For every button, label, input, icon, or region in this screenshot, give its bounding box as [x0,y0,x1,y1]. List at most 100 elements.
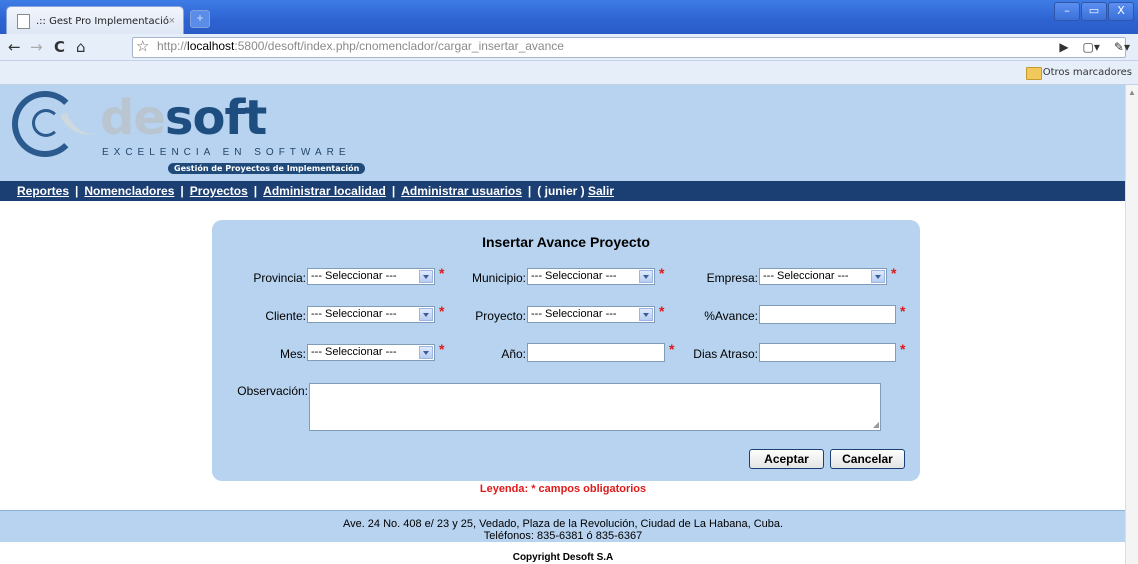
label-cliente: Cliente: [265,309,306,323]
toolbar-actions: ▶ ▢▾ ✎▾ [1059,40,1130,54]
nav-nomencladores[interactable]: Nomencladores [84,184,174,198]
chevron-down-icon [639,308,653,321]
cliente-select[interactable]: --- Seleccionar --- [307,306,435,323]
nav-administrar-localidad[interactable]: Administrar localidad [263,184,386,198]
url-path: :5800/desoft/index.php/cnomenclador/carg… [234,39,564,53]
municipio-select[interactable]: --- Seleccionar --- [527,268,655,285]
legend-text: * campos obligatorios [531,483,647,495]
nav-separator: | [180,184,184,198]
play-icon[interactable]: ▶ [1059,40,1068,54]
close-window-button[interactable]: X [1108,2,1134,21]
tab-close-icon[interactable]: × [169,15,175,27]
provincia-select-value: --- Seleccionar --- [311,270,397,282]
label-mes: Mes: [279,347,306,361]
cliente-select-value: --- Seleccionar --- [311,308,397,320]
label-empresa: Empresa: [706,271,758,285]
browser-tab[interactable]: .:: Gest Pro Implementació... × [6,6,184,35]
nav-salir[interactable]: Salir [588,184,614,198]
wrench-menu-icon[interactable]: ✎▾ [1114,40,1130,54]
logo-inner-circle-icon [32,109,60,137]
cancel-button[interactable]: Cancelar [830,449,905,469]
new-tab-button[interactable]: + [190,10,210,28]
required-mark: * [659,265,665,281]
form-title: Insertar Avance Proyecto [482,234,650,250]
mes-select[interactable]: --- Seleccionar --- [307,344,435,361]
mes-select-value: --- Seleccionar --- [311,346,397,358]
required-mark: * [669,341,675,357]
required-mark: * [659,303,665,319]
label-provincia: Provincia: [253,271,306,285]
page-icon [17,13,30,29]
required-mark: * [439,265,445,281]
nav-links: Reportes | Nomencladores | Proyectos | Adminis… [17,184,614,198]
brand-de: de [100,90,166,146]
required-mark: * [891,265,897,281]
required-legend: Leyenda: * campos obligatorios [0,483,1126,495]
nav-separator: | [253,184,258,198]
resize-grip-icon[interactable]: ◢ [873,421,879,429]
proyecto-select-value: --- Seleccionar --- [531,308,617,320]
municipio-select-value: --- Seleccionar --- [531,270,617,282]
home-icon[interactable]: ⌂ [76,38,86,56]
brand-logo: desoft [100,90,267,146]
url-scheme: http:// [157,39,188,53]
label-observacion: Observación: [237,384,308,398]
brand-soft: soft [164,90,267,146]
chevron-down-icon [419,308,433,321]
chevron-down-icon [419,346,433,359]
empresa-select[interactable]: --- Seleccionar --- [759,268,887,285]
brand-subtitle: Gestión de Proyectos de Implementación [168,163,366,174]
observacion-textarea[interactable]: ◢ [309,383,881,431]
browser-titlebar: .:: Gest Pro Implementació... × + – ▭ X [0,0,1138,35]
page-content: desoft EXCELENCIA EN SOFTWARE Gestión de… [0,85,1126,564]
label-avance: %Avance: [704,309,758,323]
label-anio: Año: [501,347,526,361]
required-mark: * [439,303,445,319]
empresa-select-value: --- Seleccionar --- [763,270,849,282]
required-mark: * [439,341,445,357]
provincia-select[interactable]: --- Seleccionar --- [307,268,435,285]
main-nav: Reportes | Nomencladores | Proyectos | Adminis… [0,181,1126,201]
footer-phones: Teléfonos: 835-6381 ó 835-6367 [483,530,643,542]
legend-label: Leyenda: [479,483,529,495]
footer-address: Ave. 24 No. 408 e/ 23 y 25, Vedado, Plaz… [342,518,784,530]
page-menu-icon[interactable]: ▢▾ [1083,40,1100,54]
page-scrollbar[interactable]: ▲ [1125,85,1138,564]
footer-copyright: Copyright Desoft S.A [512,552,614,563]
required-mark: * [900,303,906,319]
required-mark: * [900,341,906,357]
proyecto-select[interactable]: --- Seleccionar --- [527,306,655,323]
forward-arrow-icon[interactable]: → [30,38,43,56]
window-controls: – ▭ X [1054,2,1134,21]
form-panel: Insertar Avance Proyecto Provincia: --- … [212,220,920,481]
other-bookmarks[interactable]: Otros marcadores [1043,67,1132,78]
bookmarks-bar: Otros marcadores [0,61,1138,85]
chevron-down-icon [419,270,433,283]
chevron-down-icon [871,270,885,283]
nav-separator: | [527,184,532,198]
accept-button[interactable]: Aceptar [749,449,824,469]
maximize-button[interactable]: ▭ [1081,2,1107,21]
reload-icon[interactable]: C [54,38,65,56]
nav-administrar-usuarios[interactable]: Administrar usuarios [401,184,522,198]
nav-proyectos[interactable]: Proyectos [190,184,248,198]
back-arrow-icon[interactable]: ← [8,38,21,56]
address-url[interactable]: http://localhost:5800/desoft/index.php/c… [157,39,564,53]
avance-input[interactable] [759,305,896,324]
nav-separator: | [391,184,396,198]
dias-atraso-input[interactable] [759,343,896,362]
brand-tagline: EXCELENCIA EN SOFTWARE [102,147,351,158]
folder-icon [1026,67,1042,80]
label-dias-atraso: Dias Atraso: [693,347,758,361]
site-footer: Ave. 24 No. 408 e/ 23 y 25, Vedado, Plaz… [0,510,1126,542]
bookmark-star-icon[interactable]: ☆ [136,37,149,55]
browser-toolbar: ← → C ⌂ ☆ http://localhost:5800/desoft/i… [0,34,1138,61]
scroll-up-icon[interactable]: ▲ [1128,88,1136,97]
nav-reportes[interactable]: Reportes [17,184,69,198]
label-proyecto: Proyecto: [475,309,526,323]
nav-separator: | [75,184,79,198]
url-host: localhost [187,39,235,53]
label-municipio: Municipio: [471,271,526,285]
minimize-button[interactable]: – [1054,2,1080,21]
anio-input[interactable] [527,343,665,362]
